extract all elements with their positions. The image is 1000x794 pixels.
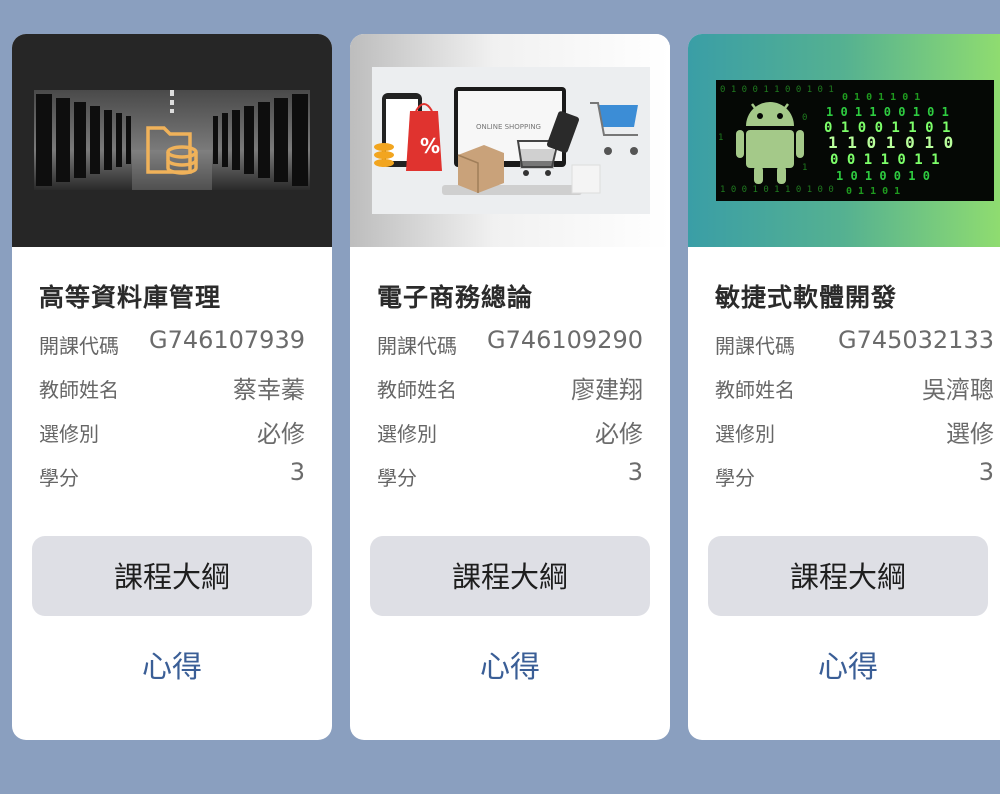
credit-label: 學分 <box>715 466 755 490</box>
credit-value: 3 <box>978 458 994 486</box>
course-image: % ONLINE SHOPPING <box>350 34 670 247</box>
credit-row: 學分 3 <box>715 458 994 490</box>
teacher-row: 教師姓名 吳濟聰 <box>715 370 994 404</box>
syllabus-button[interactable]: 課程大綱 <box>32 536 312 616</box>
credit-value: 3 <box>627 458 643 486</box>
syllabus-button[interactable]: 課程大綱 <box>370 536 650 616</box>
course-card: 0 1 0 0 1 1 0 0 1 0 1 1 0 0 1 0 1 1 0 1 … <box>688 34 1000 740</box>
course-code-value: G745032133 <box>837 326 994 354</box>
credit-value: 3 <box>289 458 305 486</box>
course-title: 電子商務總論 <box>377 283 534 312</box>
course-code-value: G746107939 <box>148 326 305 354</box>
course-code-label: 開課代碼 <box>39 334 119 358</box>
course-code-label: 開課代碼 <box>715 334 795 358</box>
svg-text:0 1 0 0 1 1 0 0 1 0 1: 0 1 0 0 1 1 0 0 1 0 1 <box>720 85 834 95</box>
svg-text:1 1 0 1 0 1 0: 1 1 0 1 0 1 0 <box>828 133 953 152</box>
course-code-value: G746109290 <box>486 326 643 354</box>
course-card: % ONLINE SHOPPING 電子商務總論 開課代碼 G746109290… <box>350 34 670 740</box>
course-type-value: 選修 <box>946 420 994 448</box>
credit-label: 學分 <box>377 466 417 490</box>
teacher-value: 吳濟聰 <box>922 376 994 404</box>
course-type-value: 必修 <box>257 420 305 448</box>
syllabus-button[interactable]: 課程大綱 <box>708 536 988 616</box>
course-title: 高等資料庫管理 <box>39 283 222 312</box>
credit-row: 學分 3 <box>377 458 643 490</box>
teacher-value: 廖建翔 <box>571 376 643 404</box>
course-image: 0 1 0 0 1 1 0 0 1 0 1 1 0 0 1 0 1 1 0 1 … <box>688 34 1000 247</box>
course-type-row: 選修別 必修 <box>377 414 643 448</box>
svg-text:1 0 0 1 0 1 1 0 1 0 0: 1 0 0 1 0 1 1 0 1 0 0 <box>720 185 834 195</box>
online-shopping-text: ONLINE SHOPPING <box>476 123 541 131</box>
svg-text:1 0 1 0 0 1 0: 1 0 1 0 0 1 0 <box>836 169 930 183</box>
course-image <box>12 34 332 247</box>
notes-link[interactable]: 心得 <box>32 646 312 690</box>
course-title: 敏捷式軟體開發 <box>715 283 898 312</box>
course-type-label: 選修別 <box>715 422 775 446</box>
svg-text:1: 1 <box>718 133 723 143</box>
course-type-row: 選修別 選修 <box>715 414 994 448</box>
server-room-database-icon <box>34 90 310 190</box>
online-shopping-illustration: % ONLINE SHOPPING <box>372 67 650 214</box>
course-code-row: 開課代碼 G745032133 <box>715 326 994 358</box>
svg-text:0 1 1 0 1: 0 1 1 0 1 <box>846 186 900 197</box>
teacher-label: 教師姓名 <box>715 378 795 402</box>
course-card: 高等資料庫管理 開課代碼 G746107939 教師姓名 蔡幸蓁 選修別 必修 … <box>12 34 332 740</box>
credit-row: 學分 3 <box>39 458 305 490</box>
svg-text:0 1 0 1 1 0 1: 0 1 0 1 1 0 1 <box>842 92 920 103</box>
teacher-row: 教師姓名 廖建翔 <box>377 370 643 404</box>
teacher-label: 教師姓名 <box>39 378 119 402</box>
course-type-label: 選修別 <box>39 422 99 446</box>
android-binary-globe-icon: 0 1 0 0 1 1 0 0 1 0 1 1 0 0 1 0 1 1 0 1 … <box>716 80 994 201</box>
svg-text:1 0 1 1 0 0 1 0 1: 1 0 1 1 0 0 1 0 1 <box>826 105 949 119</box>
teacher-value: 蔡幸蓁 <box>233 376 305 404</box>
course-code-label: 開課代碼 <box>377 334 457 358</box>
course-card-list: 高等資料庫管理 開課代碼 G746107939 教師姓名 蔡幸蓁 選修別 必修 … <box>12 34 1000 740</box>
svg-text:0: 0 <box>802 113 807 123</box>
course-type-row: 選修別 必修 <box>39 414 305 448</box>
credit-label: 學分 <box>39 466 79 490</box>
course-code-row: 開課代碼 G746109290 <box>377 326 643 358</box>
course-type-value: 必修 <box>595 420 643 448</box>
notes-link[interactable]: 心得 <box>370 646 650 690</box>
teacher-row: 教師姓名 蔡幸蓁 <box>39 370 305 404</box>
svg-text:0 0 1 1 0 1 1: 0 0 1 1 0 1 1 <box>830 152 940 168</box>
svg-text:1: 1 <box>802 163 807 173</box>
course-code-row: 開課代碼 G746107939 <box>39 326 305 358</box>
course-type-label: 選修別 <box>377 422 437 446</box>
teacher-label: 教師姓名 <box>377 378 457 402</box>
percent-badge-text: % <box>420 134 440 158</box>
notes-link[interactable]: 心得 <box>708 646 988 690</box>
